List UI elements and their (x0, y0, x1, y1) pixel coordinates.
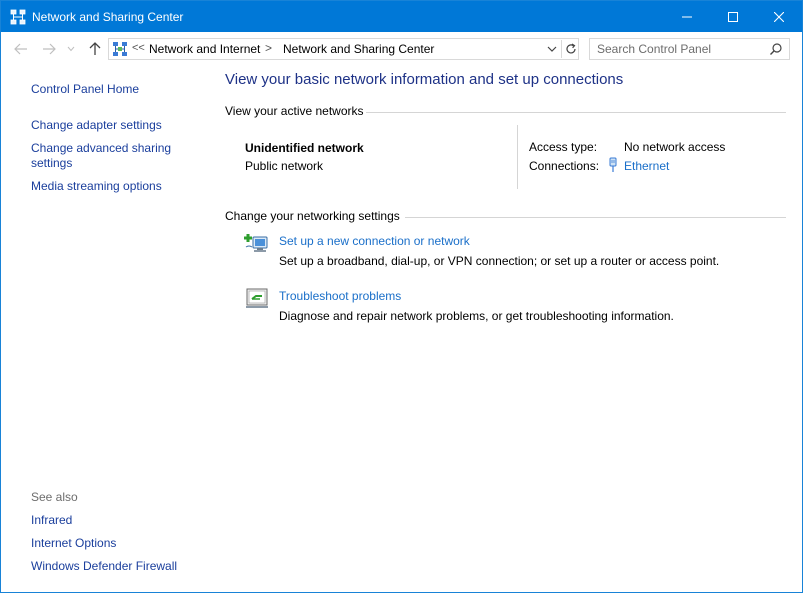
troubleshoot-icon[interactable] (244, 286, 270, 310)
network-name: Unidentified network (245, 141, 364, 155)
networking-settings-heading: Change your networking settings (225, 209, 400, 223)
chevron-down-icon (547, 46, 557, 52)
troubleshoot-problems-description: Diagnose and repair network problems, or… (279, 309, 674, 323)
network-divider (517, 125, 518, 189)
connections-label: Connections: (529, 159, 600, 173)
minimize-icon (682, 16, 692, 17)
set-up-connection-link[interactable]: Set up a new connection or network (279, 234, 470, 248)
maximize-button[interactable] (710, 1, 756, 32)
section-divider (405, 217, 786, 218)
address-bar[interactable]: << Network and Internet > Network and Sh… (108, 38, 579, 60)
access-type-label: Access type: (529, 140, 598, 154)
main-content: View your basic network information and … (206, 65, 802, 592)
recent-locations-button[interactable] (64, 39, 78, 59)
forward-button[interactable] (39, 39, 59, 59)
access-type-value: No network access (624, 140, 726, 154)
control-panel-home-link[interactable]: Control Panel Home (31, 82, 139, 97)
arrow-up-icon (89, 42, 101, 55)
chevron-down-icon (67, 46, 75, 52)
change-advanced-sharing-settings-link[interactable]: Change advanced sharing settings (31, 141, 191, 171)
infrared-link[interactable]: Infrared (31, 513, 72, 528)
breadcrumb-separator[interactable]: > (265, 41, 272, 55)
window-title: Network and Sharing Center (32, 10, 184, 24)
section-divider (366, 112, 786, 113)
breadcrumb-network-and-internet[interactable]: Network and Internet (149, 42, 260, 56)
up-button[interactable] (85, 39, 105, 59)
refresh-icon (565, 43, 576, 54)
breadcrumb-overflow[interactable]: << (132, 42, 145, 54)
troubleshoot-problems-link[interactable]: Troubleshoot problems (279, 289, 401, 303)
maximize-icon (728, 11, 738, 22)
active-networks-heading: View your active networks (225, 104, 364, 118)
left-pane: Control Panel Home Change adapter settin… (1, 65, 206, 592)
minimize-button[interactable] (664, 1, 710, 32)
close-icon (774, 11, 784, 22)
arrow-left-icon (14, 43, 27, 55)
network-sharing-center-window: Network and Sharing Center << Network an… (0, 0, 803, 593)
search-box[interactable] (589, 38, 790, 60)
page-title: View your basic network information and … (225, 71, 624, 88)
address-dropdown-button[interactable] (545, 42, 559, 56)
back-button[interactable] (11, 39, 31, 59)
navigation-bar: << Network and Internet > Network and Sh… (1, 32, 802, 65)
see-also-heading: See also (31, 490, 78, 504)
search-input[interactable] (590, 39, 766, 59)
refresh-button[interactable] (561, 40, 579, 58)
set-up-connection-description: Set up a broadband, dial-up, or VPN conn… (279, 254, 720, 268)
control-panel-icon (113, 42, 127, 56)
media-streaming-options-link[interactable]: Media streaming options (31, 179, 162, 194)
network-app-icon (10, 9, 26, 25)
ethernet-icon (609, 157, 617, 172)
close-button[interactable] (756, 1, 802, 32)
breadcrumb-network-and-sharing-center[interactable]: Network and Sharing Center (283, 42, 434, 56)
internet-options-link[interactable]: Internet Options (31, 536, 116, 551)
ethernet-connection-link[interactable]: Ethernet (624, 159, 669, 173)
change-adapter-settings-link[interactable]: Change adapter settings (31, 118, 162, 133)
new-connection-icon[interactable] (244, 231, 270, 255)
network-category: Public network (245, 159, 324, 173)
search-icon[interactable] (769, 42, 783, 56)
title-bar[interactable]: Network and Sharing Center (1, 1, 802, 32)
arrow-right-icon (43, 43, 56, 55)
windows-defender-firewall-link[interactable]: Windows Defender Firewall (31, 559, 177, 574)
